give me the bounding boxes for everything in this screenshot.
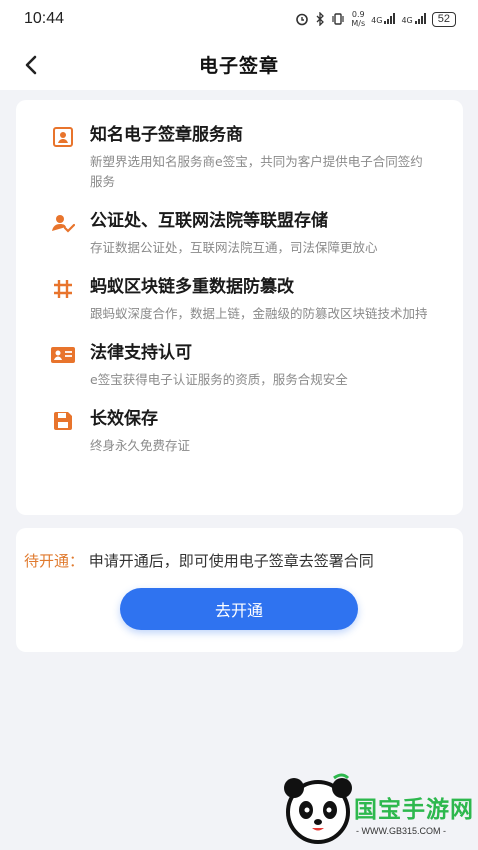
page-title: 电子签章 xyxy=(198,54,279,77)
net-type-1: 4G xyxy=(371,16,383,25)
feature-title: 法律支持认可 xyxy=(90,343,192,363)
watermark-logo-text: 国宝手游网 xyxy=(354,797,474,823)
feature-title: 知名电子签章服务商 xyxy=(90,125,243,145)
nav-bar: 电子签章 xyxy=(0,38,478,90)
watermark: 国宝手游网 - WWW.GB315.COM - xyxy=(278,770,478,848)
feature-title: 公证处、互联网法院等联盟存储 xyxy=(90,211,328,231)
open-description: 申请开通后，即可使用电子签章去签署合同 xyxy=(88,552,374,570)
feature-item: 长效保存 终身永久免费存证 xyxy=(50,406,441,456)
feature-item: 法律支持认可 e签宝获得电子认证服务的资质，服务合规安全 xyxy=(50,340,441,390)
feature-item: 公证处、互联网法院等联盟存储 存证数据公证处，互联网法院互通，司法保障更放心 xyxy=(50,208,441,258)
feature-title: 长效保存 xyxy=(90,409,158,429)
feature-item: 知名电子签章服务商 新塑界选用知名服务商e签宝，共同为客户提供电子合同签约服务 xyxy=(50,122,441,192)
save-disk-icon xyxy=(50,408,76,434)
net-speed-value: 0.9 xyxy=(351,10,365,19)
status-icons: 0.9 M/s 4G 4G 52 xyxy=(295,10,456,28)
feature-card: 知名电子签章服务商 新塑界选用知名服务商e签宝，共同为客户提供电子合同签约服务 … xyxy=(16,100,463,515)
bluetooth-icon xyxy=(316,12,325,26)
status-time: 10:44 xyxy=(24,10,65,27)
signal-1: 4G xyxy=(371,13,396,25)
feature-desc: 跟蚂蚁深度合作，数据上链，金融级的防篡改区块链技术加持 xyxy=(90,306,428,321)
open-card: 待开通： 申请开通后，即可使用电子签章去签署合同 去开通 xyxy=(16,528,463,652)
user-check-icon xyxy=(50,210,76,236)
id-card-icon xyxy=(50,342,76,368)
net-speed: 0.9 M/s xyxy=(351,10,365,28)
net-type-2: 4G xyxy=(401,16,413,25)
battery-indicator: 52 xyxy=(431,11,456,27)
open-status-line: 待开通： 申请开通后，即可使用电子签章去签署合同 xyxy=(24,550,374,571)
activate-button[interactable]: 去开通 xyxy=(120,588,358,630)
signal-icon xyxy=(384,13,396,24)
feature-title: 蚂蚁区块链多重数据防篡改 xyxy=(90,277,294,297)
signal-2: 4G xyxy=(401,13,426,25)
chevron-left-icon xyxy=(25,55,37,75)
alarm-icon xyxy=(296,13,309,26)
hash-grid-icon xyxy=(50,276,76,302)
back-button[interactable] xyxy=(16,50,46,80)
feature-item: 蚂蚁区块链多重数据防篡改 跟蚂蚁深度合作，数据上链，金融级的防篡改区块链技术加持 xyxy=(50,274,441,324)
feature-desc: e签宝获得电子认证服务的资质，服务合规安全 xyxy=(90,372,348,387)
panda-logo-icon xyxy=(284,773,352,844)
vibrate-icon xyxy=(332,13,344,25)
net-speed-unit: M/s xyxy=(351,19,366,28)
status-bar: 10:44 0.9 M/s 4G 4G 52 xyxy=(0,0,478,38)
certificate-icon xyxy=(50,124,76,150)
watermark-url: - WWW.GB315.COM - xyxy=(356,826,446,836)
feature-desc: 新塑界选用知名服务商e签宝，共同为客户提供电子合同签约服务 xyxy=(90,154,423,189)
signal-icon xyxy=(414,13,426,24)
status-badge: 待开通： xyxy=(24,552,85,570)
feature-desc: 存证数据公证处，互联网法院互通，司法保障更放心 xyxy=(90,240,378,255)
feature-desc: 终身永久免费存证 xyxy=(90,438,191,453)
